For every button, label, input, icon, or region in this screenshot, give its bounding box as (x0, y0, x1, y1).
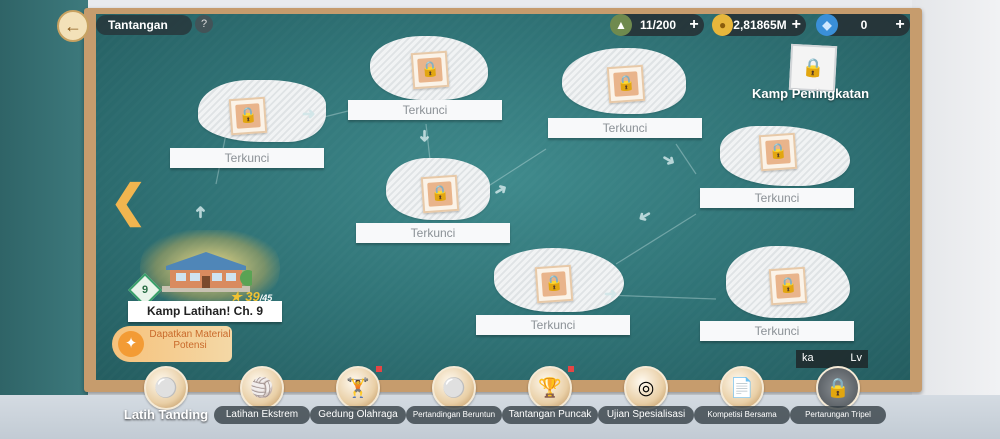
training-camp-building[interactable] (160, 248, 252, 294)
diamond-icon: ◆ (816, 14, 838, 36)
path-arrow-icon: ➜ (604, 286, 618, 303)
lock-icon: 🔒 (758, 132, 798, 172)
stage-status-label: Terkunci (548, 118, 702, 138)
lock-icon: 🔒 (420, 174, 460, 214)
tab-ujian-spesialisasi[interactable]: ◎ Ujian Spesialisasi (598, 364, 694, 436)
path-arrow-icon: ➜ (415, 129, 433, 143)
lock-icon: 🔒 (768, 266, 808, 306)
right-wall (912, 0, 1000, 439)
help-button[interactable]: ? (195, 15, 213, 33)
stamina-counter: ▲ 11/200 + (610, 14, 704, 36)
mode-tabs: ⚪ Latih Tanding 🏐 Latihan Ekstrem 🏋 Gedu… (118, 364, 888, 436)
lock-icon: 🔒 (816, 366, 860, 410)
notification-dot (376, 366, 382, 372)
tab-pertarungan-tripel[interactable]: 🔒 Pertarungan Tripel (790, 364, 886, 436)
stage-status-label: Terkunci (700, 321, 854, 341)
lock-icon: 🔒 (410, 50, 450, 90)
challenge-screen: ← Tantangan ? ▲ 11/200 + ● 2,81865M + ◆ … (0, 0, 1000, 439)
left-wall (0, 0, 88, 439)
add-stamina-button[interactable]: + (684, 16, 704, 34)
arrow-left-icon: ← (64, 15, 82, 36)
page-title: Tantangan (96, 15, 192, 35)
tab-gedung-olahraga[interactable]: 🏋 Gedung Olahraga (310, 364, 406, 436)
path-arrow-icon: ➜ (192, 205, 210, 219)
ball-icon: ⚪ (432, 366, 476, 410)
stage-status-label: Terkunci (356, 223, 510, 243)
chevron-left-icon[interactable]: ❮ (110, 180, 147, 224)
tab-pertandingan-beruntun[interactable]: ⚪ Pertandingan Beruntun (406, 364, 502, 436)
volleyball-icon: 🏐 (240, 366, 284, 410)
tab-kompetisi-bersama[interactable]: 📄 Kompetisi Bersama (694, 364, 790, 436)
stage-status-label: Terkunci (170, 148, 324, 168)
trophy-icon: 🏆 (528, 366, 572, 410)
lock-icon: 🔒 (228, 96, 268, 136)
stage-status-label: Terkunci (348, 100, 502, 120)
lock-icon: 🔒 (606, 64, 646, 104)
dumbbell-icon: 🏋 (336, 366, 380, 410)
upgrade-camp-title: Kamp Peningkatan (752, 86, 870, 101)
upgrade-camp-lock[interactable]: 🔒 (788, 43, 838, 93)
notification-dot (568, 366, 574, 372)
stage-status-label: Terkunci (700, 188, 854, 208)
coin-counter: ● 2,81865M + (712, 14, 806, 36)
tab-latihan-ekstrem[interactable]: 🏐 Latihan Ekstrem (214, 364, 310, 436)
tab-latih-tanding[interactable]: ⚪ Latih Tanding (118, 364, 214, 436)
material-icon: ✦ (118, 331, 144, 357)
diamond-counter: ◆ 0 + (816, 14, 910, 36)
add-diamond-button[interactable]: + (890, 16, 910, 34)
add-coin-button[interactable]: + (787, 16, 806, 34)
back-button[interactable]: ← (57, 10, 89, 42)
tab-tantangan-puncak[interactable]: 🏆 Tantangan Puncak (502, 364, 598, 436)
get-material-button[interactable]: ✦ Dapatkan Material Potensi (112, 326, 232, 362)
cap-icon: ▲ (610, 14, 632, 36)
current-stage-label[interactable]: Kamp Latihan! Ch. 9 (128, 301, 282, 322)
badge-icon: ◎ (624, 366, 668, 410)
lock-icon: 🔒 (534, 264, 574, 304)
stage-status-label: Terkunci (476, 315, 630, 335)
whistle-icon: ⚪ (144, 366, 188, 410)
path-arrow-icon: ➜ (302, 106, 316, 123)
paper-icon: 📄 (720, 366, 764, 410)
lock-icon: 🔒 (801, 56, 825, 79)
coin-icon: ● (712, 14, 734, 36)
